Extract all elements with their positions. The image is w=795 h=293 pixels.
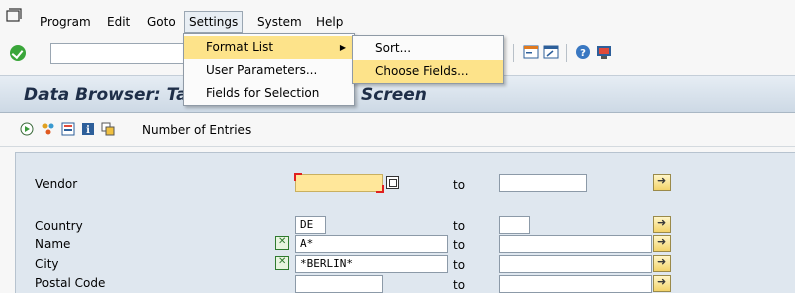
vendor-label: Vendor [35, 177, 78, 191]
menu-item-format-list[interactable]: Format List ▶ [184, 36, 354, 59]
system-menu-icon[interactable] [6, 8, 22, 22]
selection-screens-icon[interactable] [101, 122, 115, 136]
city-selection-option-icon[interactable] [275, 256, 289, 270]
customize-layout-icon[interactable] [596, 44, 612, 60]
menu-edit[interactable]: Edit [107, 15, 130, 29]
toolbar-separator [566, 44, 567, 62]
name-multiple-selection-button[interactable] [653, 235, 671, 252]
create-session-icon[interactable] [523, 44, 539, 60]
delete-selection-icon[interactable] [61, 122, 75, 136]
svg-text:?: ? [580, 48, 586, 59]
menu-item-choose-fields[interactable]: Choose Fields... [353, 60, 503, 83]
name-from-field[interactable]: A* [295, 235, 448, 253]
city-label: City [35, 257, 59, 271]
menu-item-fields-for-selection[interactable]: Fields for Selection [184, 82, 354, 105]
menu-settings[interactable]: Settings [184, 11, 244, 33]
country-to-label: to [453, 219, 466, 233]
format-list-submenu: Sort... Choose Fields... [352, 35, 504, 84]
postal-code-label: Postal Code [35, 276, 106, 290]
command-field[interactable] [50, 43, 190, 64]
number-of-entries-button[interactable]: Number of Entries [142, 123, 251, 137]
menu-goto[interactable]: Goto [147, 15, 176, 29]
city-to-label: to [453, 258, 466, 272]
vendor-multiple-selection-button[interactable] [653, 174, 671, 191]
vendor-from-field[interactable] [294, 173, 384, 193]
page-title-part1: Data Browser: Ta [24, 85, 188, 105]
name-label: Name [35, 237, 71, 251]
svg-text:i: i [86, 125, 90, 136]
info-icon[interactable]: i [81, 122, 95, 136]
menu-system[interactable]: System [257, 15, 302, 29]
submenu-arrow-icon: ▶ [339, 43, 346, 52]
postal-code-to-field[interactable] [499, 275, 652, 293]
value-help-icon[interactable] [386, 176, 399, 189]
city-multiple-selection-button[interactable] [653, 255, 671, 272]
menu-item-sort[interactable]: Sort... [353, 37, 503, 60]
application-toolbar: i Number of Entries [0, 113, 795, 147]
name-to-field[interactable] [499, 235, 652, 253]
postal-code-from-field[interactable] [295, 275, 383, 293]
menu-help[interactable]: Help [316, 15, 343, 29]
menu-bar: Program Edit Goto Settings System Help [0, 0, 795, 36]
selection-options-icon[interactable] [41, 122, 55, 136]
country-multiple-selection-button[interactable] [653, 216, 671, 233]
country-from-field[interactable]: DE [295, 216, 326, 234]
page-title-part2: Screen [361, 85, 427, 105]
execute-icon[interactable] [20, 122, 34, 136]
postal-code-multiple-selection-button[interactable] [653, 275, 671, 292]
vendor-to-label: to [453, 178, 466, 192]
enter-check-icon[interactable] [10, 45, 26, 61]
name-to-label: to [453, 238, 466, 252]
vendor-to-field[interactable] [499, 174, 587, 192]
menu-program[interactable]: Program [40, 15, 91, 29]
city-to-field[interactable] [499, 255, 652, 273]
postal-code-to-label: to [453, 278, 466, 292]
generate-shortcut-icon[interactable] [543, 44, 559, 60]
settings-menu: Format List ▶ User Parameters... Fields … [183, 33, 355, 106]
name-selection-option-icon[interactable] [275, 236, 289, 250]
menu-item-user-parameters[interactable]: User Parameters... [184, 59, 354, 82]
country-label: Country [35, 219, 83, 233]
help-icon[interactable]: ? [575, 44, 591, 60]
country-to-field[interactable] [499, 216, 530, 234]
city-from-field[interactable]: *BERLIN* [295, 255, 448, 273]
toolbar-separator [513, 44, 514, 62]
